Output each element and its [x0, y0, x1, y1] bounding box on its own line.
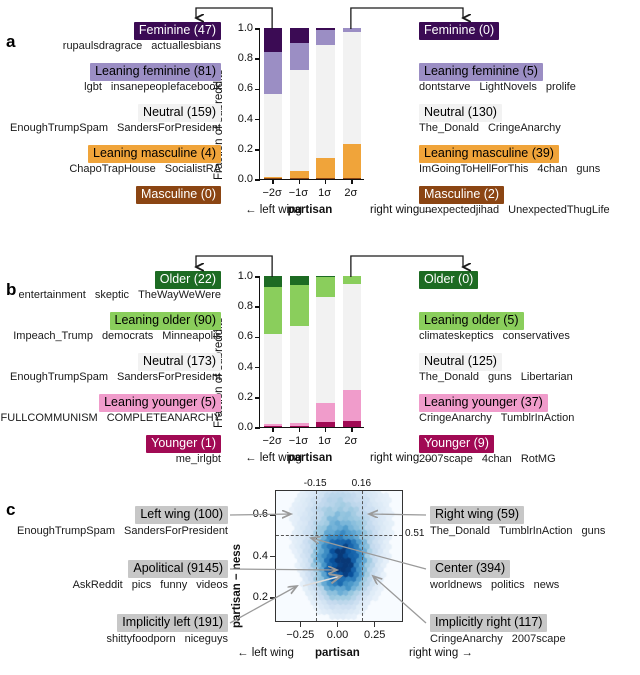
- leader-line: [229, 514, 291, 515]
- panel-c-examples: The_Donald TumblrInAction guns: [430, 525, 606, 537]
- panel-a: a 0.0 0.2 0.4 0.6 0.8 1.0 Fraction of subreddi…: [0, 0, 640, 250]
- panel-c-label-apolitical-9145: Apolitical (9145): [128, 560, 228, 578]
- apolitical-pointer: [302, 576, 341, 587]
- panel-c-examples: CringeAnarchy 2007scape: [430, 633, 566, 645]
- leader-line: [229, 569, 337, 570]
- panel-c-examples: shittyfoodporn niceguys: [106, 633, 228, 645]
- panel-a-connectors: [0, 7, 640, 29]
- panel-c-examples: AskReddit pics funny videos: [72, 579, 228, 591]
- panel-c: c -0.15 0.16 0.51 0.2 0.4 0.6 −0.25 0.00 0.25 par…: [0, 478, 640, 675]
- panel-c-label-center-394: Center (394): [430, 560, 511, 578]
- leader-line: [373, 576, 427, 624]
- connector-line: [196, 255, 273, 277]
- connector-line: [196, 7, 273, 29]
- panel-c-label-implicitly-right-117: Implicitly right (117): [430, 614, 548, 632]
- connector-line: [350, 255, 463, 277]
- panel-c-examples: EnoughTrumpSpam SandersForPresident: [17, 525, 228, 537]
- panel-c-label-left-wing-100: Left wing (100): [135, 506, 228, 524]
- connector-line: [350, 7, 463, 29]
- panel-b: b 0.0 0.2 0.4 0.6 0.8 1.0 Fraction of subreddi…: [0, 250, 640, 482]
- leader-line: [369, 514, 427, 515]
- panel-c-label-right-wing-59: Right wing (59): [430, 506, 525, 524]
- panel-c-examples: worldnews politics news: [430, 579, 560, 591]
- leader-line: [229, 586, 297, 624]
- panel-c-label-implicitly-left-191: Implicitly left (191): [117, 614, 228, 632]
- panel-b-connectors: [0, 255, 640, 277]
- leader-line: [311, 538, 427, 570]
